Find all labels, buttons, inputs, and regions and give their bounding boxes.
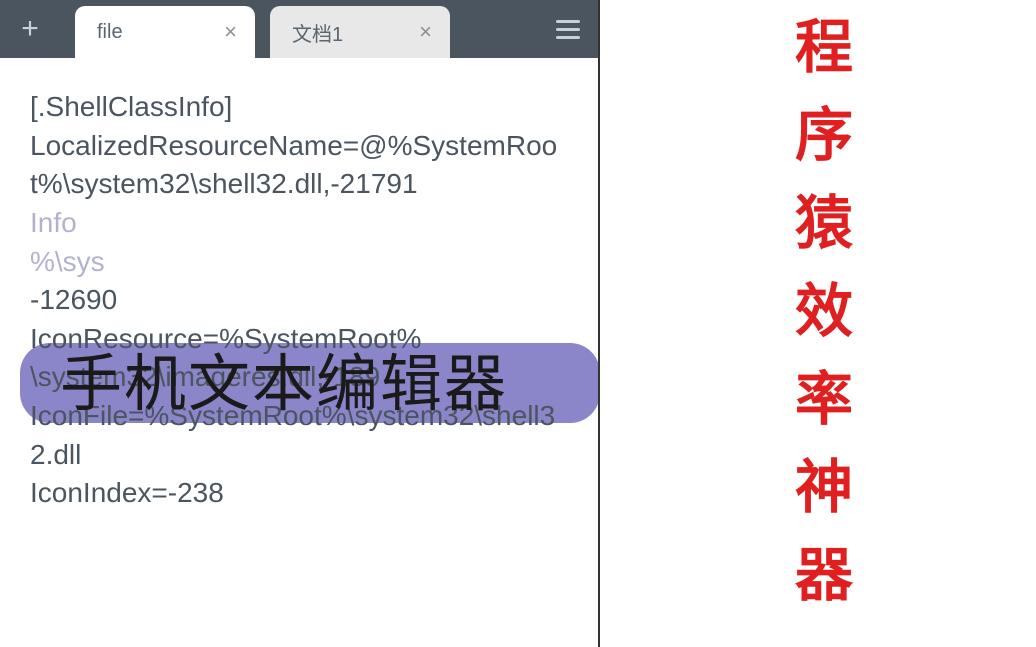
close-icon[interactable]: × xyxy=(224,19,237,45)
vertical-slogan: 程序猿效率神器 xyxy=(789,16,847,632)
editor-line: -12690 xyxy=(30,281,568,320)
overlay-title: 手机文本编辑器 xyxy=(60,333,508,423)
add-tab-button[interactable]: + xyxy=(0,0,60,58)
hamburger-icon xyxy=(556,28,580,31)
tab-label: 文档1 xyxy=(292,18,404,47)
tab-document1[interactable]: 文档1 × xyxy=(270,6,450,58)
editor-panel: + file × 文档1 × [.ShellClassInfo] Localiz… xyxy=(0,0,600,647)
right-panel: 程序猿效率神器 xyxy=(600,0,1036,647)
hamburger-icon xyxy=(556,20,580,23)
close-icon[interactable]: × xyxy=(419,19,432,45)
editor-line: %\sys xyxy=(30,243,568,282)
editor-content: [.ShellClassInfo] LocalizedResourceName=… xyxy=(30,88,568,513)
toolbar: + file × 文档1 × xyxy=(0,0,598,58)
editor-line: Info xyxy=(30,204,568,243)
editor-line: IconIndex=-238 xyxy=(30,474,568,513)
plus-icon: + xyxy=(21,12,39,46)
editor-line: LocalizedResourceName=@%SystemRoot%\syst… xyxy=(30,127,568,204)
tab-file[interactable]: file × xyxy=(75,6,255,58)
text-editor[interactable]: [.ShellClassInfo] LocalizedResourceName=… xyxy=(0,58,598,647)
tab-label: file xyxy=(97,21,209,44)
editor-line: [.ShellClassInfo] xyxy=(30,88,568,127)
hamburger-icon xyxy=(556,36,580,39)
menu-button[interactable] xyxy=(538,0,598,58)
